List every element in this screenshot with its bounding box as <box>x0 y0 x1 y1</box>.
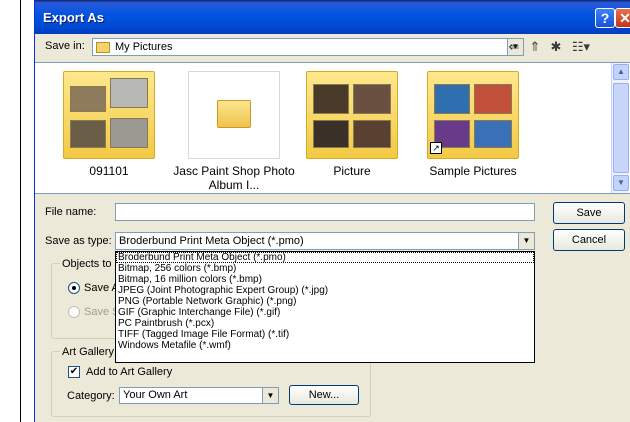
back-icon[interactable]: ⇐ <box>505 38 523 56</box>
dropdown-option-jpg[interactable]: JPEG (Joint Photographic Expert Group) (… <box>116 285 534 296</box>
thumbnail-photo <box>353 120 391 148</box>
title-bar[interactable]: Export As ? ✕ <box>35 0 630 34</box>
list-item[interactable]: Picture <box>289 68 401 194</box>
scroll-up-icon[interactable]: ▲ <box>613 64 629 80</box>
help-button[interactable]: ? <box>595 8 615 28</box>
save-all-label: Save A <box>84 282 119 294</box>
save-button[interactable]: Save <box>553 202 625 224</box>
new-category-button[interactable]: New... <box>289 385 359 405</box>
dropdown-option-pmo[interactable]: Broderbund Print Meta Object (*.pmo) <box>116 252 534 263</box>
shortcut-arrow-icon: ↗ <box>430 142 442 154</box>
file-name-label: File name: <box>45 206 97 218</box>
thumbnail-photo <box>110 118 148 148</box>
close-button[interactable]: ✕ <box>615 8 630 28</box>
save-in-value: My Pictures <box>115 41 173 53</box>
folder-thumbnail-icon <box>306 71 398 159</box>
save-in-dropdown[interactable]: My Pictures ▼ <box>92 38 524 56</box>
vertical-scrollbar[interactable]: ▲ ▼ <box>611 63 629 193</box>
save-as-type-select[interactable]: Broderbund Print Meta Object (*.pmo) ▼ <box>115 232 535 250</box>
folder-thumbnail-icon <box>63 71 155 159</box>
save-as-type-value: Broderbund Print Meta Object (*.pmo) <box>119 235 304 247</box>
file-name-label: Picture <box>333 164 371 178</box>
save-as-type-dropdown-list[interactable]: Broderbund Print Meta Object (*.pmo) Bit… <box>115 251 535 363</box>
window-title: Export As <box>43 10 104 25</box>
dropdown-option-png[interactable]: PNG (Portable Network Graphic) (*.png) <box>116 296 534 307</box>
thumbnail-photo <box>110 78 148 108</box>
dropdown-option-gif[interactable]: GIF (Graphic Interchange File) (*.gif) <box>116 307 534 318</box>
thumbnail-photo <box>70 86 106 112</box>
list-item[interactable]: 091101 <box>46 68 158 194</box>
category-label: Category: <box>67 390 115 402</box>
file-list[interactable]: 091101 Jasc Paint Shop Photo Album I... … <box>35 62 630 194</box>
folder-icon <box>96 42 110 53</box>
scrollbar-thumb[interactable] <box>613 83 629 173</box>
export-as-dialog: Export As ? ✕ Save in: My Pictures ▼ ⇐ ⇑… <box>34 0 630 422</box>
dropdown-option-tif[interactable]: TIFF (Tagged Image File Format) (*.tif) <box>116 329 534 340</box>
dropdown-option-bmp-16m[interactable]: Bitmap, 16 million colors (*.bmp) <box>116 274 534 285</box>
save-in-label: Save in: <box>45 40 85 52</box>
thumbnail-photo <box>474 120 512 148</box>
dropdown-option-wmf[interactable]: Windows Metafile (*.wmf) <box>116 340 534 351</box>
save-all-radio[interactable] <box>68 282 80 294</box>
dropdown-option-pcx[interactable]: PC Paintbrush (*.pcx) <box>116 318 534 329</box>
chevron-down-icon[interactable]: ▼ <box>518 233 534 249</box>
folder-thumbnail-frame <box>188 71 280 159</box>
view-menu-icon[interactable]: ☷▾ <box>570 38 592 56</box>
chevron-down-icon[interactable]: ▼ <box>262 388 278 403</box>
thumbnail-photo <box>434 84 470 114</box>
save-as-type-label: Save as type: <box>45 235 112 247</box>
file-name-label: 091101 <box>89 164 129 178</box>
file-name-label: Sample Pictures <box>429 164 517 178</box>
thumbnail-photo <box>70 120 106 148</box>
thumbnail-photo <box>474 84 512 114</box>
folder-icon <box>217 100 251 128</box>
add-to-art-gallery-label: Add to Art Gallery <box>86 366 173 378</box>
page-border-left <box>20 0 21 422</box>
dropdown-option-bmp-256[interactable]: Bitmap, 256 colors (*.bmp) <box>116 263 534 274</box>
cancel-button[interactable]: Cancel <box>553 229 625 251</box>
list-item[interactable]: Jasc Paint Shop Photo Album I... <box>171 68 295 194</box>
save-selected-radio[interactable] <box>68 306 80 318</box>
list-item[interactable]: ↗ Sample Pictures <box>410 68 522 194</box>
add-to-art-gallery-checkbox[interactable]: ✔ <box>68 366 80 378</box>
thumbnail-photo <box>313 84 349 114</box>
thumbnail-photo <box>353 84 391 114</box>
category-value: Your Own Art <box>123 389 188 401</box>
file-name-input[interactable] <box>115 203 535 221</box>
up-folder-icon[interactable]: ⇑ <box>526 38 544 56</box>
thumbnail-photo <box>313 120 349 148</box>
file-name-label: Jasc Paint Shop Photo Album I... <box>173 164 295 192</box>
new-folder-icon[interactable]: ✱ <box>547 38 565 56</box>
art-gallery-title: Art Gallery <box>60 346 116 358</box>
scroll-down-icon[interactable]: ▼ <box>613 175 629 191</box>
category-select[interactable]: Your Own Art ▼ <box>119 387 279 404</box>
